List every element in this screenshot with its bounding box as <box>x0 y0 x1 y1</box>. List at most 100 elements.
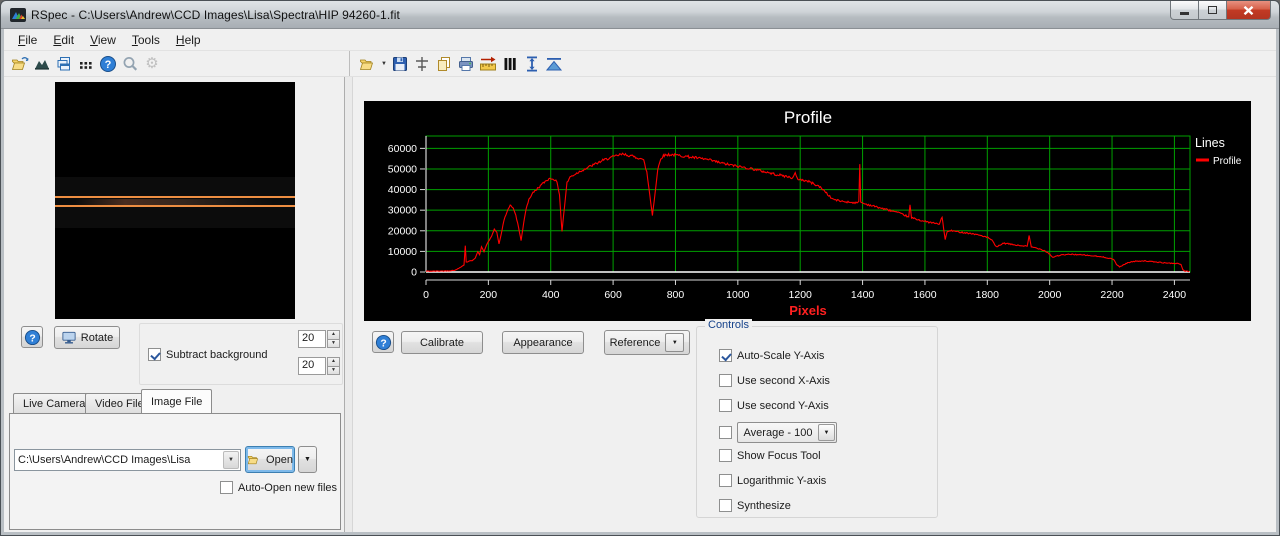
svg-text:0: 0 <box>411 267 417 279</box>
rspec-window: RSpec - C:\Users\Andrew\CCD Images\Lisa\… <box>0 0 1280 536</box>
dots-grid-icon[interactable] <box>75 53 97 75</box>
appearance-button[interactable]: Appearance <box>502 331 584 354</box>
image-display-icon[interactable] <box>31 53 53 75</box>
svg-text:Profile: Profile <box>1213 156 1242 167</box>
reference-button[interactable]: Reference ▼ <box>604 330 690 355</box>
svg-text:10000: 10000 <box>388 246 417 258</box>
selection-line-top[interactable] <box>55 196 295 198</box>
average-combobox[interactable]: Average - 100 ▼ <box>737 422 837 443</box>
svg-text:40000: 40000 <box>388 184 417 196</box>
svg-text:?: ? <box>29 333 35 344</box>
image-preview[interactable] <box>55 82 295 319</box>
svg-text:60000: 60000 <box>388 143 417 155</box>
image-panel: ? Rotate Subtract background 20 ▲▼ <box>4 77 344 532</box>
gear-icon[interactable]: ⚙ <box>141 53 163 75</box>
maximize-button[interactable] <box>1198 1 1227 20</box>
open-folder-icon[interactable] <box>9 53 31 75</box>
spinner-value[interactable]: 20 <box>298 330 326 348</box>
panel-splitter[interactable] <box>344 77 353 532</box>
file-path-combobox[interactable]: C:\Users\Andrew\CCD Images\Lisa ▼ <box>14 449 241 471</box>
toolbar-image: ? ⚙ <box>4 51 350 76</box>
tab-live-camera[interactable]: Live Camera <box>13 393 95 413</box>
svg-text:Lines: Lines <box>1195 136 1225 150</box>
checkbox-icon[interactable] <box>148 348 161 361</box>
svg-text:1600: 1600 <box>913 289 937 301</box>
menu-edit[interactable]: Edit <box>45 31 82 49</box>
spinner-down-icon[interactable]: ▼ <box>327 339 340 349</box>
svg-text:600: 600 <box>604 289 622 301</box>
close-button[interactable] <box>1226 1 1271 20</box>
help-button[interactable]: ? <box>372 331 394 353</box>
checkbox-use-second-y-axis[interactable]: Use second Y-Axis <box>719 399 829 412</box>
help-button[interactable]: ? <box>21 326 43 348</box>
tab-image-file[interactable]: Image File <box>141 389 212 413</box>
svg-text:Pixels: Pixels <box>789 303 827 318</box>
printer-icon[interactable] <box>455 53 477 75</box>
fit-vertical-icon[interactable] <box>521 53 543 75</box>
checkbox-icon[interactable] <box>719 349 732 362</box>
profile-panel: 0200400600800100012001400160018002000220… <box>353 77 1276 532</box>
spinner-value[interactable]: 20 <box>298 357 326 375</box>
spinner-down-icon[interactable]: ▼ <box>327 366 340 376</box>
menu-tools[interactable]: Tools <box>124 31 168 49</box>
rotate-label: Rotate <box>81 332 113 344</box>
cascade-windows-icon[interactable] <box>53 53 75 75</box>
open-folder-icon[interactable] <box>357 53 379 75</box>
file-path-value: C:\Users\Andrew\CCD Images\Lisa <box>15 454 222 466</box>
subtract-background-checkbox[interactable]: Subtract background <box>148 348 268 361</box>
checkbox-icon[interactable] <box>719 399 732 412</box>
open-dropdown-icon[interactable]: ▼ <box>379 53 389 75</box>
menu-help[interactable]: Help <box>168 31 209 49</box>
auto-open-checkbox[interactable]: Auto-Open new files <box>220 481 337 494</box>
checkbox-show-focus-tool[interactable]: Show Focus Tool <box>719 449 821 462</box>
calibrate-button[interactable]: Calibrate <box>401 331 483 354</box>
svg-text:1800: 1800 <box>976 289 1000 301</box>
combo-dropdown-icon[interactable]: ▼ <box>223 451 239 469</box>
average-checkbox[interactable] <box>719 426 732 439</box>
checkbox-icon[interactable] <box>719 449 732 462</box>
svg-text:?: ? <box>380 338 386 349</box>
reference-dropdown-icon[interactable]: ▼ <box>665 333 684 352</box>
ruler-icon[interactable] <box>477 53 499 75</box>
svg-text:800: 800 <box>667 289 685 301</box>
selection-line-bottom[interactable] <box>55 205 295 207</box>
checkbox-logarithmic-y-axis[interactable]: Logarithmic Y-axis <box>719 474 826 487</box>
checkbox-icon[interactable] <box>719 499 732 512</box>
combo-dropdown-icon[interactable]: ▼ <box>818 424 835 441</box>
rotate-button[interactable]: Rotate <box>54 326 120 349</box>
svg-text:200: 200 <box>480 289 498 301</box>
crosshair-icon[interactable] <box>411 53 433 75</box>
app-icon <box>10 7 26 23</box>
magnifier-icon[interactable] <box>119 53 141 75</box>
menu-view[interactable]: View <box>82 31 124 49</box>
monitor-icon <box>61 331 77 345</box>
image-file-tab-panel: C:\Users\Andrew\CCD Images\Lisa ▼ Open ▼… <box>9 413 341 530</box>
copy-icon[interactable] <box>433 53 455 75</box>
svg-text:2200: 2200 <box>1100 289 1124 301</box>
open-button[interactable]: Open <box>245 446 295 473</box>
checkbox-synthesize[interactable]: Synthesize <box>719 499 791 512</box>
svg-text:0: 0 <box>423 289 429 301</box>
checkbox-use-second-x-axis[interactable]: Use second X-Axis <box>719 374 830 387</box>
client-area: File Edit View Tools Help <box>4 29 1276 532</box>
svg-text:1400: 1400 <box>851 289 875 301</box>
title-bar[interactable]: RSpec - C:\Users\Andrew\CCD Images\Lisa\… <box>1 1 1279 29</box>
checkbox-icon[interactable] <box>719 474 732 487</box>
columns-icon[interactable] <box>499 53 521 75</box>
menu-file[interactable]: File <box>10 31 45 49</box>
svg-text:2000: 2000 <box>1038 289 1062 301</box>
maximize-icon <box>1208 6 1217 14</box>
profile-chart: 0200400600800100012001400160018002000220… <box>364 101 1251 321</box>
background-rows-spinner-top[interactable]: 20 ▲▼ <box>298 330 340 348</box>
help-icon[interactable]: ? <box>97 53 119 75</box>
checkbox-auto-scale-y-axis[interactable]: Auto-Scale Y-Axis <box>719 349 824 362</box>
minimize-button[interactable] <box>1170 1 1199 20</box>
open-options-button[interactable]: ▼ <box>298 446 317 473</box>
checkbox-icon[interactable] <box>719 374 732 387</box>
svg-text:2400: 2400 <box>1163 289 1187 301</box>
save-icon[interactable] <box>389 53 411 75</box>
peak-icon[interactable] <box>543 53 565 75</box>
open-label: Open <box>266 454 293 466</box>
checkbox-icon[interactable] <box>220 481 233 494</box>
background-rows-spinner-bottom[interactable]: 20 ▲▼ <box>298 357 340 375</box>
